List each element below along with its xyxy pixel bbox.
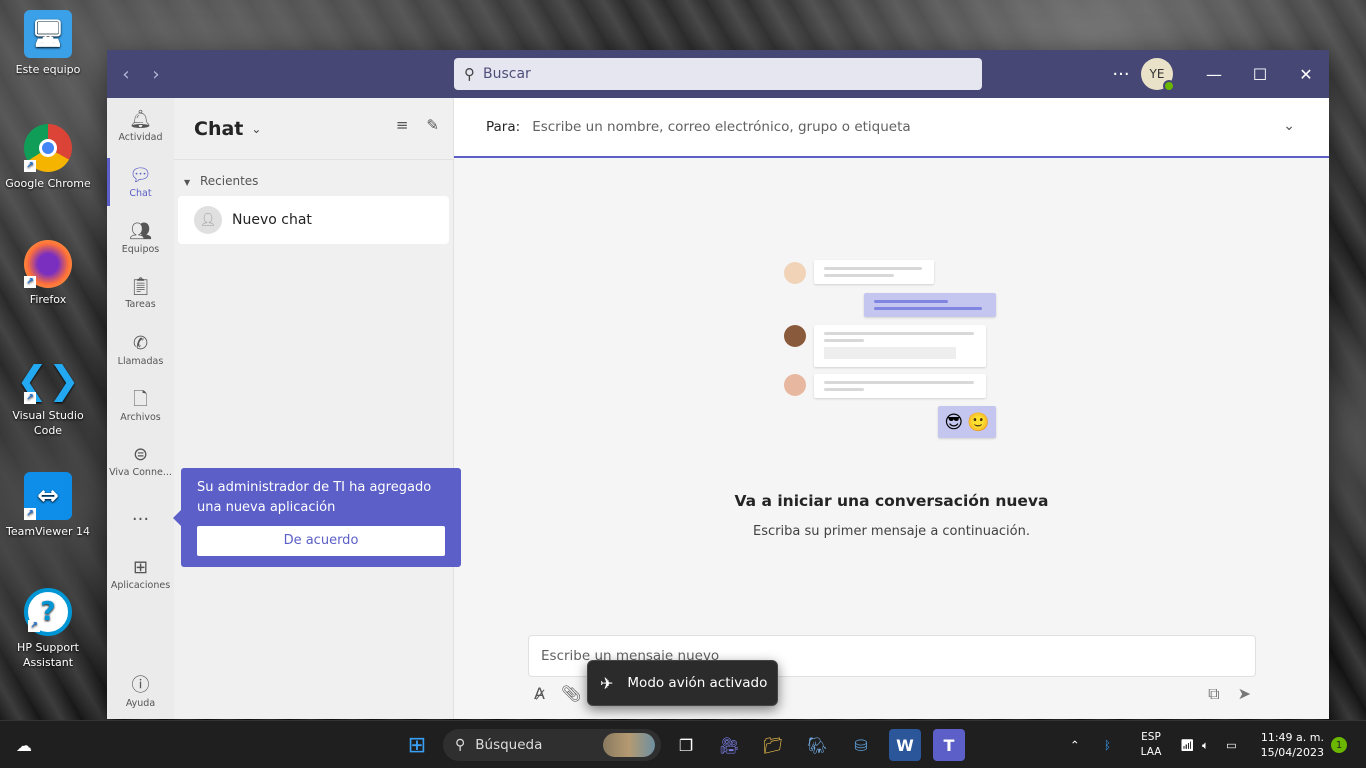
rail-item-tasks[interactable]: 📋︎ Tareas — [107, 275, 174, 310]
title-bar: ‹ › ⚲ Buscar ··· YE — ☐ ✕ — [107, 50, 1329, 98]
wifi-icon[interactable]: 📶︎ — [1180, 721, 1195, 768]
bluetooth-icon[interactable]: ᛒ — [1104, 721, 1111, 768]
accept-button[interactable]: De acuerdo — [197, 526, 445, 556]
minimize-button[interactable]: — — [1191, 50, 1237, 98]
maximize-button[interactable]: ☐ — [1237, 50, 1283, 98]
desktop-icon-this-pc[interactable]: 🖥 Este equipo — [0, 10, 96, 77]
desktop-icon-teamviewer[interactable]: ⇔ ↗ TeamViewer 14 — [0, 472, 96, 539]
postgres-icon[interactable]: 🐘︎ — [801, 729, 833, 761]
battery-icon[interactable]: ▭ — [1226, 721, 1237, 768]
more-options-icon[interactable]: ··· — [1101, 64, 1141, 85]
close-button[interactable]: ✕ — [1283, 50, 1329, 98]
taskbar: ☁ ⊞ ⚲ Búsqueda ❐ 🎥︎ 📁︎ 🐘︎ ⛁ W T ⌃ ᛒ ESP … — [0, 720, 1366, 768]
weather-icon[interactable]: ☁ — [8, 729, 40, 761]
page-title[interactable]: Chat — [194, 118, 243, 140]
rail-item-more[interactable]: ··· — [107, 508, 174, 532]
show-hidden-icons[interactable]: ⌃ — [1070, 721, 1080, 768]
vscode-icon: ❮❯ ↗ — [16, 357, 80, 404]
teams-app-icon[interactable]: T — [933, 729, 965, 761]
filter-icon[interactable]: ≡ — [396, 116, 409, 134]
popup-message: Su administrador de TI ha agregado una n… — [197, 480, 432, 515]
rail-item-teams[interactable]: 👥︎ Equipos — [107, 220, 174, 255]
loop-component-icon[interactable]: ⧉ — [1208, 684, 1219, 704]
teams-window: ‹ › ⚲ Buscar ··· YE — ☐ ✕ 🔔︎ Actividad 💬… — [107, 50, 1329, 719]
rail-item-chat[interactable]: 💬︎ Chat — [107, 164, 174, 199]
send-icon[interactable]: ➤ — [1238, 684, 1251, 704]
viva-icon: ⊜ — [132, 444, 149, 465]
bell-icon: 🔔︎ — [129, 109, 152, 130]
smile-emoji-icon: 🙂 — [967, 411, 990, 433]
windows-start-icon[interactable]: ⊞ — [401, 729, 433, 761]
taskbar-search[interactable]: ⚲ Búsqueda — [443, 729, 661, 761]
task-view-icon[interactable]: ❐ — [670, 729, 702, 761]
notification-badge[interactable]: 1 — [1331, 737, 1347, 753]
person-face-icon — [784, 262, 806, 284]
recipient-input[interactable]: Escribe un nombre, correo electrónico, g… — [532, 119, 911, 135]
chat-list-pane: Chat ⌄ ≡ ✎ ▼ Recientes 👤︎ Nuevo chat — [174, 98, 454, 719]
more-icon: ··· — [131, 509, 150, 530]
help-circle-icon: ? ↗ — [24, 588, 72, 636]
presence-available-icon — [1163, 80, 1175, 92]
meet-icon[interactable]: 🎥︎ — [713, 729, 745, 761]
help-icon: ⓘ — [131, 675, 150, 696]
desktop-icon-firefox[interactable]: ↗ Firefox — [0, 240, 96, 307]
chat-icon: 💬︎ — [129, 165, 152, 186]
desktop-icon-hp-support[interactable]: ? ↗ HP Support Assistant — [0, 588, 96, 670]
format-icon[interactable]: A̷ — [534, 684, 545, 703]
person-avatar-icon: 👤︎ — [194, 206, 222, 234]
empty-state-subtitle: Escriba su primer mensaje a continuación… — [753, 524, 1030, 539]
rail-item-files[interactable]: 🗋 Archivos — [107, 388, 174, 423]
cool-emoji-icon: 😎 — [944, 411, 964, 433]
search-input[interactable]: ⚲ Buscar — [454, 58, 982, 90]
app-rail: 🔔︎ Actividad 💬︎ Chat 👥︎ Equipos 📋︎ Tarea… — [107, 98, 174, 719]
to-field-bar: Para: Escribe un nombre, correo electrón… — [454, 98, 1329, 158]
chevron-down-icon[interactable]: ⌄ — [251, 122, 261, 136]
desktop-icon-chrome[interactable]: ↗ Google Chrome — [0, 124, 96, 191]
rail-item-viva[interactable]: ⊜ Viva Conne... — [107, 443, 174, 478]
desktop-icon-vscode[interactable]: ❮❯ ↗ Visual Studio Code — [0, 356, 96, 438]
section-header-recent[interactable]: ▼ Recientes — [184, 174, 453, 188]
chrome-icon: ↗ — [24, 124, 72, 172]
search-highlight-image — [603, 733, 655, 757]
input-language[interactable]: ESP LAA — [1136, 730, 1166, 760]
monitor-icon: 🖥 — [24, 10, 72, 58]
person-face-icon — [784, 374, 806, 396]
apps-icon: ⊞ — [132, 557, 149, 578]
airplane-icon: ✈ — [600, 673, 614, 693]
person-face-icon — [784, 325, 806, 347]
attach-icon[interactable]: 📎︎ — [561, 684, 581, 703]
chevron-down-icon[interactable]: ⌄ — [1283, 118, 1295, 134]
user-avatar[interactable]: YE — [1141, 58, 1175, 92]
tasks-icon: 📋︎ — [129, 276, 152, 297]
clock[interactable]: 11:49 a. m. 15/04/2023 — [1256, 730, 1324, 760]
mysql-workbench-icon[interactable]: ⛁ — [845, 729, 877, 761]
file-explorer-icon[interactable]: 📁︎ — [757, 729, 789, 761]
airplane-mode-toast: ✈ Modo avión activado — [587, 660, 778, 706]
conversation-area: Para: Escribe un nombre, correo electrón… — [454, 98, 1329, 719]
collapse-triangle-icon: ▼ — [184, 178, 191, 187]
empty-state-title: Va a iniciar una conversación nueva — [734, 492, 1049, 510]
empty-state-illustration: 😎 🙂 — [784, 258, 1004, 443]
admin-notification-popup: Su administrador de TI ha agregado una n… — [173, 468, 461, 567]
search-icon: ⚲ — [455, 737, 466, 753]
back-arrow-icon[interactable]: ‹ — [111, 64, 141, 85]
rail-item-apps[interactable]: ⊞ Aplicaciones — [107, 556, 174, 591]
teamviewer-icon: ⇔ ↗ — [24, 472, 72, 520]
rail-item-calls[interactable]: ✆ Llamadas — [107, 332, 174, 367]
list-item[interactable]: 👤︎ Nuevo chat — [178, 196, 449, 244]
word-icon[interactable]: W — [889, 729, 921, 761]
firefox-icon: ↗ — [24, 240, 72, 288]
rail-item-activity[interactable]: 🔔︎ Actividad — [107, 108, 174, 143]
rail-item-help[interactable]: ⓘ Ayuda — [107, 674, 174, 709]
file-icon: 🗋 — [133, 389, 148, 410]
volume-icon[interactable]: 🔈︎ — [1202, 721, 1209, 768]
teams-icon: 👥︎ — [129, 221, 152, 242]
forward-arrow-icon[interactable]: › — [141, 64, 171, 85]
new-chat-icon[interactable]: ✎ — [426, 116, 439, 134]
search-icon: ⚲ — [464, 65, 475, 83]
chat-header: Chat ⌄ ≡ ✎ — [174, 98, 453, 160]
phone-icon: ✆ — [132, 333, 149, 354]
